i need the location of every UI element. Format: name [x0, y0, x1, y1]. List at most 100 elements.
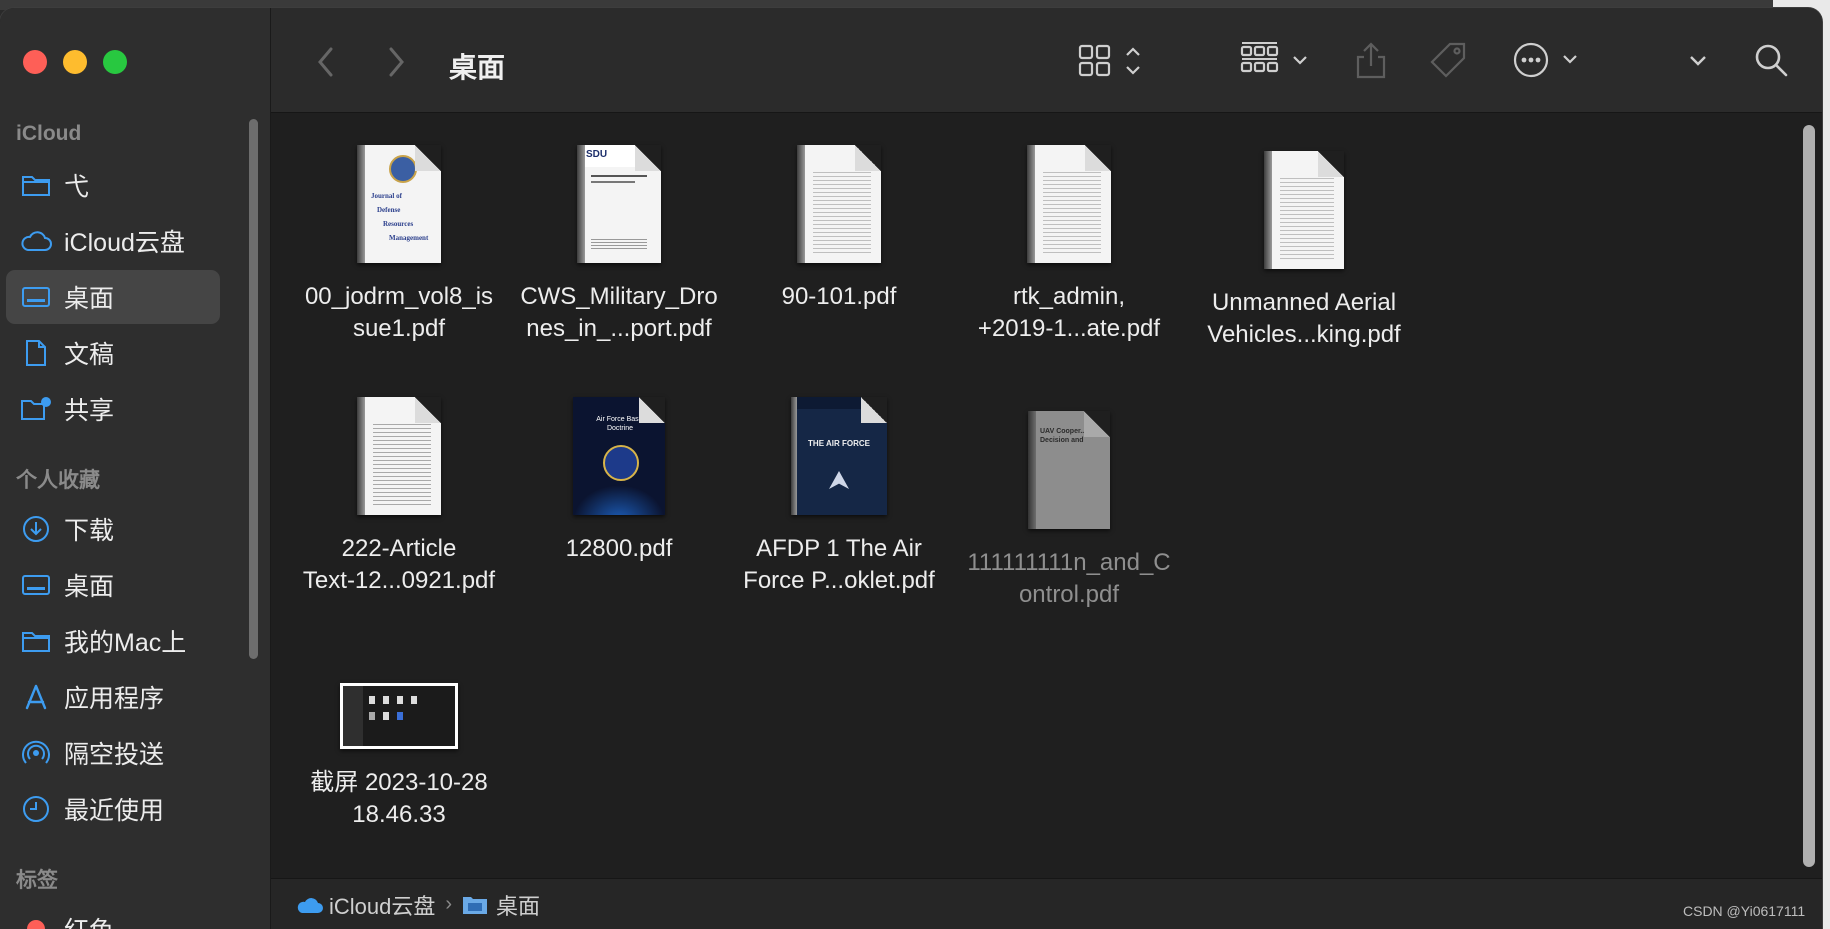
file-item[interactable]: 222-Article Text-12...0921.pdf: [294, 397, 504, 597]
pdf-thumbnail: THE AIR FORCE: [791, 397, 887, 515]
more-actions-icon: [1513, 42, 1577, 78]
close-window-button[interactable]: [23, 50, 47, 74]
group-by-button[interactable]: [1239, 40, 1315, 82]
sidebar-scrollbar[interactable]: [249, 119, 258, 659]
document-icon: [20, 337, 52, 369]
chevron-down-icon: [1690, 56, 1706, 66]
file-item[interactable]: SDU CWS_Military_Dro nes_in_...port.pdf: [514, 145, 724, 345]
sidebar-item-label: 最近使用: [64, 797, 165, 825]
chevron-left-icon: [318, 47, 333, 77]
pdf-thumbnail: SDU: [577, 145, 661, 263]
tag-button[interactable]: [1425, 38, 1471, 82]
applications-icon: [20, 681, 52, 713]
file-name: 90-101.pdf: [781, 283, 897, 310]
shared-folder-icon: [20, 393, 52, 425]
file-name: 截屏 2023-10-28 18.46.33: [310, 769, 488, 828]
sidebar-item-label: 红色: [64, 911, 114, 929]
download-icon: [20, 513, 52, 545]
sidebar-item-label: 共享: [64, 397, 115, 425]
sidebar-item-label: 桌面: [64, 573, 115, 601]
file-item[interactable]: Air Force Basic Doctrine 12800.pdf: [514, 397, 724, 565]
sidebar-item-label: 隔空投送: [64, 741, 165, 769]
desktop-icon: [20, 281, 52, 313]
more-toolbar-button[interactable]: [1683, 44, 1713, 76]
file-name: 12800.pdf: [565, 535, 673, 562]
folder-icon: [20, 625, 52, 657]
search-icon: [1755, 44, 1788, 77]
view-mode-button[interactable]: [1077, 40, 1153, 82]
file-name: 111111111n_and_C ontrol.pdf: [967, 549, 1171, 608]
file-item[interactable]: 截屏 2023-10-28 18.46.33: [294, 683, 504, 831]
cloud-icon: [297, 897, 323, 913]
finder-window: iCloud 弋 iCloud云盘 桌面 文稿 共享 个人收藏 下载 桌面 我的…: [0, 8, 1822, 929]
pdf-thumbnail: UAV Cooper... Decision and: [1028, 411, 1110, 529]
file-item[interactable]: 90-101.pdf: [734, 145, 944, 313]
sidebar-item-my-mac[interactable]: 我的Mac上: [6, 614, 220, 668]
screenshot-thumbnail: [340, 683, 458, 749]
sidebar-item-label: 应用程序: [64, 685, 165, 713]
sidebar-item-documents[interactable]: 文稿: [6, 326, 220, 380]
folder-icon: [20, 169, 52, 201]
sidebar-heading-icloud: iCloud: [16, 122, 82, 145]
file-name: rtk_admin, +2019-1...ate.pdf: [977, 283, 1161, 342]
sidebar-item-desktop-fav[interactable]: 桌面: [6, 558, 220, 612]
file-name: CWS_Military_Dro nes_in_...port.pdf: [520, 283, 718, 342]
sidebar-heading-tags: 标签: [16, 869, 58, 892]
sidebar-item-label: iCloud云盘: [64, 229, 185, 257]
file-name: 00_jodrm_vol8_is sue1.pdf: [304, 283, 494, 342]
sidebar-item-label: 下载: [64, 517, 115, 545]
back-button[interactable]: [311, 44, 341, 80]
sidebar-heading-favorites: 个人收藏: [16, 469, 100, 492]
sidebar-item-label: 桌面: [64, 285, 115, 313]
chevron-right-icon: [389, 47, 404, 77]
sidebar-item-yi[interactable]: 弋: [6, 158, 220, 212]
file-item[interactable]: Journal of Defense Resources Management 00_…: [294, 145, 504, 345]
path-item-desktop[interactable]: 桌面: [462, 889, 540, 921]
toolbar: 桌面: [271, 8, 1822, 113]
pdf-thumbnail: Air Force Basic Doctrine: [573, 397, 665, 515]
desktop-icon: [20, 569, 52, 601]
file-icon-grid: Journal of Defense Resources Management 00_…: [271, 113, 1822, 878]
group-by-icon: [1240, 42, 1307, 73]
path-separator: ›: [445, 893, 453, 915]
pdf-thumbnail: [357, 397, 441, 515]
minimize-window-button[interactable]: [63, 50, 87, 74]
content-scrollbar[interactable]: [1803, 125, 1815, 867]
sidebar-item-icloud-drive[interactable]: iCloud云盘: [6, 214, 220, 268]
more-actions-button[interactable]: [1511, 38, 1587, 82]
sidebar-item-shared[interactable]: 共享: [6, 382, 220, 436]
zoom-window-button[interactable]: [103, 50, 127, 74]
sidebar-item-tag-red[interactable]: 红色: [6, 902, 220, 929]
path-item-icloud-drive[interactable]: iCloud云盘: [295, 889, 435, 921]
airdrop-icon: [20, 737, 52, 769]
file-item[interactable]: rtk_admin, +2019-1...ate.pdf: [964, 145, 1174, 345]
path-bar: iCloud云盘 › 桌面: [271, 878, 1822, 929]
search-button[interactable]: [1751, 38, 1791, 82]
sidebar-item-label: 弋: [64, 173, 90, 201]
cloud-icon: [20, 225, 52, 257]
sidebar-item-downloads[interactable]: 下载: [6, 502, 220, 556]
sidebar: iCloud 弋 iCloud云盘 桌面 文稿 共享 个人收藏 下载 桌面 我的…: [0, 8, 271, 929]
share-button[interactable]: [1351, 38, 1391, 82]
sidebar-item-desktop[interactable]: 桌面: [6, 270, 220, 324]
sidebar-item-applications[interactable]: 应用程序: [6, 670, 220, 724]
watermark-text: CSDN @Yi0617111: [1683, 903, 1806, 919]
sidebar-item-airdrop[interactable]: 隔空投送: [6, 726, 220, 780]
sidebar-item-recents[interactable]: 最近使用: [6, 782, 220, 836]
sidebar-item-label: 我的Mac上: [64, 629, 187, 657]
window-title: 桌面: [449, 52, 506, 83]
desktop-folder-icon: [463, 896, 488, 914]
file-name: AFDP 1 The Air Force P...oklet.pdf: [743, 535, 935, 594]
file-name: Unmanned Aerial Vehicles...king.pdf: [1207, 289, 1401, 348]
pdf-thumbnail: [797, 145, 881, 263]
share-icon: [1356, 42, 1386, 79]
file-item[interactable]: UAV Cooper... Decision and 111111111n_an…: [964, 411, 1174, 611]
file-item[interactable]: Unmanned Aerial Vehicles...king.pdf: [1199, 151, 1409, 351]
sidebar-item-label: 文稿: [64, 341, 115, 369]
tag-icon: [1430, 42, 1466, 78]
clock-icon: [20, 793, 52, 825]
forward-button[interactable]: [381, 44, 411, 80]
pdf-thumbnail: [1264, 151, 1344, 269]
file-item[interactable]: THE AIR FORCE AFDP 1 The Air Force P...ok…: [734, 397, 944, 597]
pdf-thumbnail: [1027, 145, 1111, 263]
